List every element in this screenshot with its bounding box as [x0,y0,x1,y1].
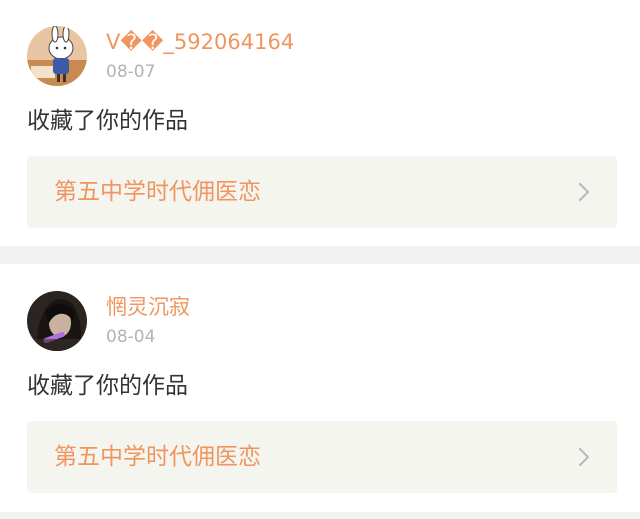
avatar[interactable] [27,291,87,351]
action-text: 收藏了你的作品 [27,108,188,134]
work-link[interactable]: 第五中学时代佣医恋 [27,421,617,493]
avatar[interactable] [27,26,87,86]
user-meta: 惘灵沉寂 08-04 [106,294,190,348]
username[interactable]: V��_592064164 [106,29,294,55]
username[interactable]: 惘灵沉寂 [106,294,190,320]
action-text: 收藏了你的作品 [27,373,188,399]
cartoon-bunny-avatar-icon [27,26,87,86]
work-title: 第五中学时代佣医恋 [54,179,261,205]
user-meta: V��_592064164 08-07 [106,29,294,83]
work-link[interactable]: 第五中学时代佣医恋 [27,156,617,228]
dark-anime-avatar-icon [27,291,87,351]
notification-date: 08-07 [106,62,156,82]
notification-card: V��_592064164 08-07 收藏了你的作品 第五中学时代佣医恋 [0,0,640,246]
chevron-right-icon [578,182,590,202]
notification-card: 惘灵沉寂 08-04 收藏了你的作品 第五中学时代佣医恋 [0,264,640,512]
notification-header: 惘灵沉寂 08-04 [27,291,190,351]
notification-feed: V��_592064164 08-07 收藏了你的作品 第五中学时代佣医恋 惘灵… [0,0,640,519]
notification-date: 08-04 [106,327,156,347]
work-title: 第五中学时代佣医恋 [54,444,261,470]
chevron-right-icon [578,447,590,467]
notification-header: V��_592064164 08-07 [27,26,294,86]
